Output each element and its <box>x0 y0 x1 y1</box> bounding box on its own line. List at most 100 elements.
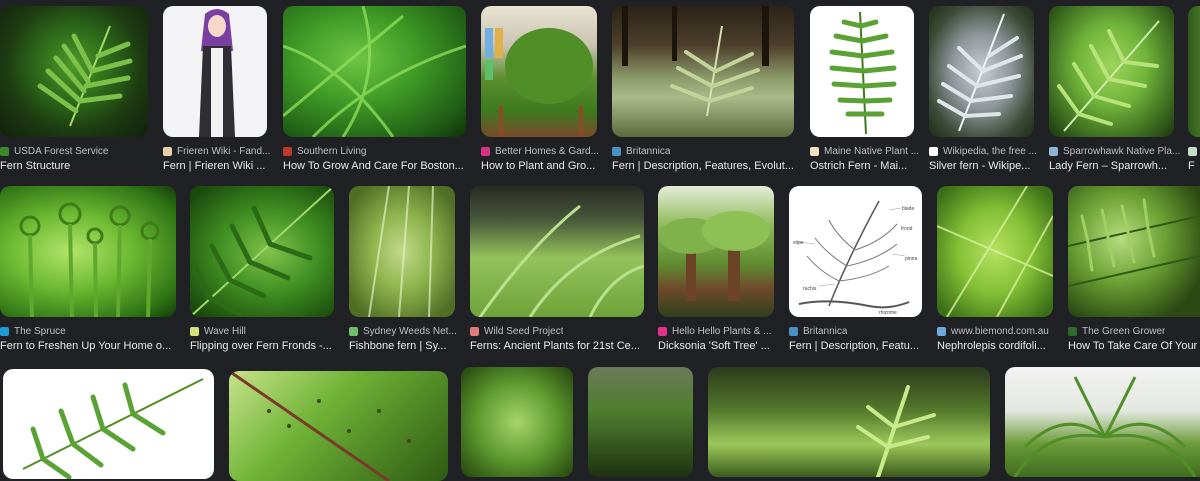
result-title[interactable]: How To Grow And Care For Boston... <box>283 160 466 176</box>
result-title[interactable]: Nephrolepis cordifoli... <box>937 340 1053 356</box>
result-title[interactable]: Fern | Description, Features, Evolut... <box>612 160 794 176</box>
fern-diagram-image[interactable]: blade stipe rachis pinna frond rhizome <box>789 186 922 317</box>
result-title[interactable]: Fern | Frieren Wiki ... <box>163 160 267 176</box>
source-label: Sydney Weeds Net... <box>363 325 457 337</box>
image-result-card[interactable]: Sydney Weeds Net... Fishbone fern | Sy..… <box>349 186 457 358</box>
fandom-favicon-icon <box>163 146 172 156</box>
tree-fern-image[interactable] <box>658 186 774 317</box>
image-result-card[interactable] <box>588 367 693 477</box>
sydney-weeds-favicon-icon <box>349 326 358 336</box>
fern-anatomy-diagram: blade stipe rachis pinna frond rhizome <box>793 200 917 316</box>
source-label: Better Homes & Gard... <box>495 145 599 157</box>
fishbone-fern-image[interactable] <box>349 186 455 317</box>
result-title[interactable]: Fern | Description, Featu... <box>789 340 922 356</box>
image-result-card[interactable]: Frieren Wiki - Fand... Fern | Frieren Wi… <box>163 6 270 178</box>
image-result-card[interactable]: Southern Living How To Grow And Care For… <box>283 6 466 178</box>
result-title[interactable]: Fern Structure <box>0 160 148 176</box>
image-result-card[interactable]: www.biemond.com.au Nephrolepis cordifoli… <box>937 186 1053 358</box>
maine-favicon-icon <box>810 146 819 156</box>
green-grower-favicon-icon <box>1068 326 1077 336</box>
result-title[interactable]: Fishbone fern | Sy... <box>349 340 455 356</box>
fern-fronds-image[interactable] <box>190 186 334 317</box>
image-result-card[interactable]: F <box>1188 6 1200 178</box>
result-source[interactable]: Britannica <box>789 323 847 339</box>
white-bg-fern-image[interactable] <box>3 369 214 479</box>
image-result-card[interactable] <box>229 371 448 481</box>
result-title[interactable]: Fern to Freshen Up Your Home o... <box>0 340 176 356</box>
result-title[interactable]: Flipping over Fern Fronds -... <box>190 340 334 356</box>
result-source[interactable]: Wikipedia, the free ... <box>929 143 1037 159</box>
image-result-card[interactable] <box>3 369 214 479</box>
result-title[interactable]: Silver fern - Wikipe... <box>929 160 1034 176</box>
result-source[interactable]: USDA Forest Service <box>0 143 108 159</box>
result-source[interactable]: Britannica <box>612 143 670 159</box>
result-source[interactable]: www.biemond.com.au <box>937 323 1049 339</box>
result-title[interactable]: How to Plant and Gro... <box>481 160 597 176</box>
tree-fern-canopy-image[interactable] <box>588 367 693 477</box>
source-label: Wild Seed Project <box>484 325 564 337</box>
result-title[interactable]: How To Take Care Of Your F <box>1068 340 1200 356</box>
image-result-card[interactable]: Britannica Fern | Description, Features,… <box>612 6 794 178</box>
lady-frond-graphic <box>1057 20 1160 132</box>
image-result-card[interactable]: Maine Native Plant ... Ostrich Fern - Ma… <box>810 6 919 178</box>
result-title[interactable]: Ferns: Ancient Plants for 21st Ce... <box>470 340 644 356</box>
image-result-card[interactable] <box>1005 367 1200 477</box>
sori-underside-image[interactable] <box>229 371 448 481</box>
frieren-fern-image[interactable] <box>163 6 267 137</box>
result-source[interactable] <box>1188 143 1197 159</box>
image-result-card[interactable]: Hello Hello Plants & ... Dicksonia 'Soft… <box>658 186 774 358</box>
image-result-card[interactable]: blade stipe rachis pinna frond rhizome B… <box>789 186 922 358</box>
silver-fern-image[interactable] <box>929 6 1034 137</box>
result-source[interactable]: Hello Hello Plants & ... <box>658 323 772 339</box>
result-title[interactable]: Lady Fern – Sparrowh... <box>1049 160 1174 176</box>
result-title[interactable]: Ostrich Fern - Mai... <box>810 160 914 176</box>
image-result-card[interactable]: Wave Hill Flipping over Fern Fronds -... <box>190 186 334 358</box>
result-title[interactable]: F <box>1188 160 1200 176</box>
potted-fern-image[interactable] <box>1005 367 1200 477</box>
ostrich-fern-image[interactable] <box>810 6 914 137</box>
nephrolepis-image[interactable] <box>937 186 1053 317</box>
partial-fern-image[interactable] <box>1188 6 1200 137</box>
result-source[interactable]: Southern Living <box>283 143 367 159</box>
fern-fronds-graphic <box>283 6 466 137</box>
image-result-card[interactable] <box>708 367 990 477</box>
wikipedia-favicon-icon <box>929 146 938 156</box>
fern-structure-image[interactable] <box>0 6 148 137</box>
image-result-card[interactable]: The Spruce Fern to Freshen Up Your Home … <box>0 186 176 358</box>
boston-fern-image[interactable] <box>283 6 466 137</box>
hanging-fern-image[interactable] <box>481 6 597 137</box>
green-grower-fern-image[interactable] <box>1068 186 1200 317</box>
image-result-card[interactable]: Wikipedia, the free ... Silver fern - Wi… <box>929 6 1037 178</box>
result-source[interactable]: Sparrowhawk Native Pla... <box>1049 143 1180 159</box>
result-source[interactable]: Wave Hill <box>190 323 246 339</box>
result-title[interactable]: Dicksonia 'Soft Tree' ... <box>658 340 774 356</box>
tree-fern-graphic <box>659 211 770 301</box>
image-result-card[interactable]: USDA Forest Service Fern Structure <box>0 6 148 178</box>
image-result-card[interactable]: Sparrowhawk Native Pla... Lady Fern – Sp… <box>1049 6 1180 178</box>
result-source[interactable]: The Spruce <box>0 323 66 339</box>
silver-frond-graphic <box>937 13 1023 132</box>
britannica-favicon-icon <box>612 146 621 156</box>
result-source[interactable]: Maine Native Plant ... <box>810 143 919 159</box>
ancient-ferns-image[interactable] <box>470 186 644 317</box>
image-result-card[interactable]: Wild Seed Project Ferns: Ancient Plants … <box>470 186 644 358</box>
result-source[interactable]: Frieren Wiki - Fand... <box>163 143 270 159</box>
result-source[interactable]: Wild Seed Project <box>470 323 563 339</box>
forest-fern-image[interactable] <box>612 6 794 137</box>
leafy-fern-image[interactable] <box>461 367 573 477</box>
result-source[interactable]: Better Homes & Gard... <box>481 143 599 159</box>
image-result-card[interactable]: Better Homes & Gard... How to Plant and … <box>481 6 599 178</box>
lady-fern-image[interactable] <box>1049 6 1174 137</box>
source-label: Wikipedia, the free ... <box>943 145 1037 157</box>
diagram-label-stipe: stipe <box>793 240 804 246</box>
bhg-favicon-icon <box>481 146 490 156</box>
source-label: Wave Hill <box>204 325 246 337</box>
fiddlehead-fern-image[interactable] <box>0 186 176 317</box>
image-result-card[interactable]: The Green Grower How To Take Care Of You… <box>1068 186 1200 358</box>
result-source[interactable]: Sydney Weeds Net... <box>349 323 457 339</box>
result-source[interactable]: The Green Grower <box>1068 323 1165 339</box>
fern-closeup-image[interactable] <box>708 367 990 477</box>
diagram-label-rhizome: rhizome <box>879 310 897 316</box>
hanging-basket-graphic <box>485 28 593 137</box>
image-result-card[interactable] <box>461 367 573 477</box>
